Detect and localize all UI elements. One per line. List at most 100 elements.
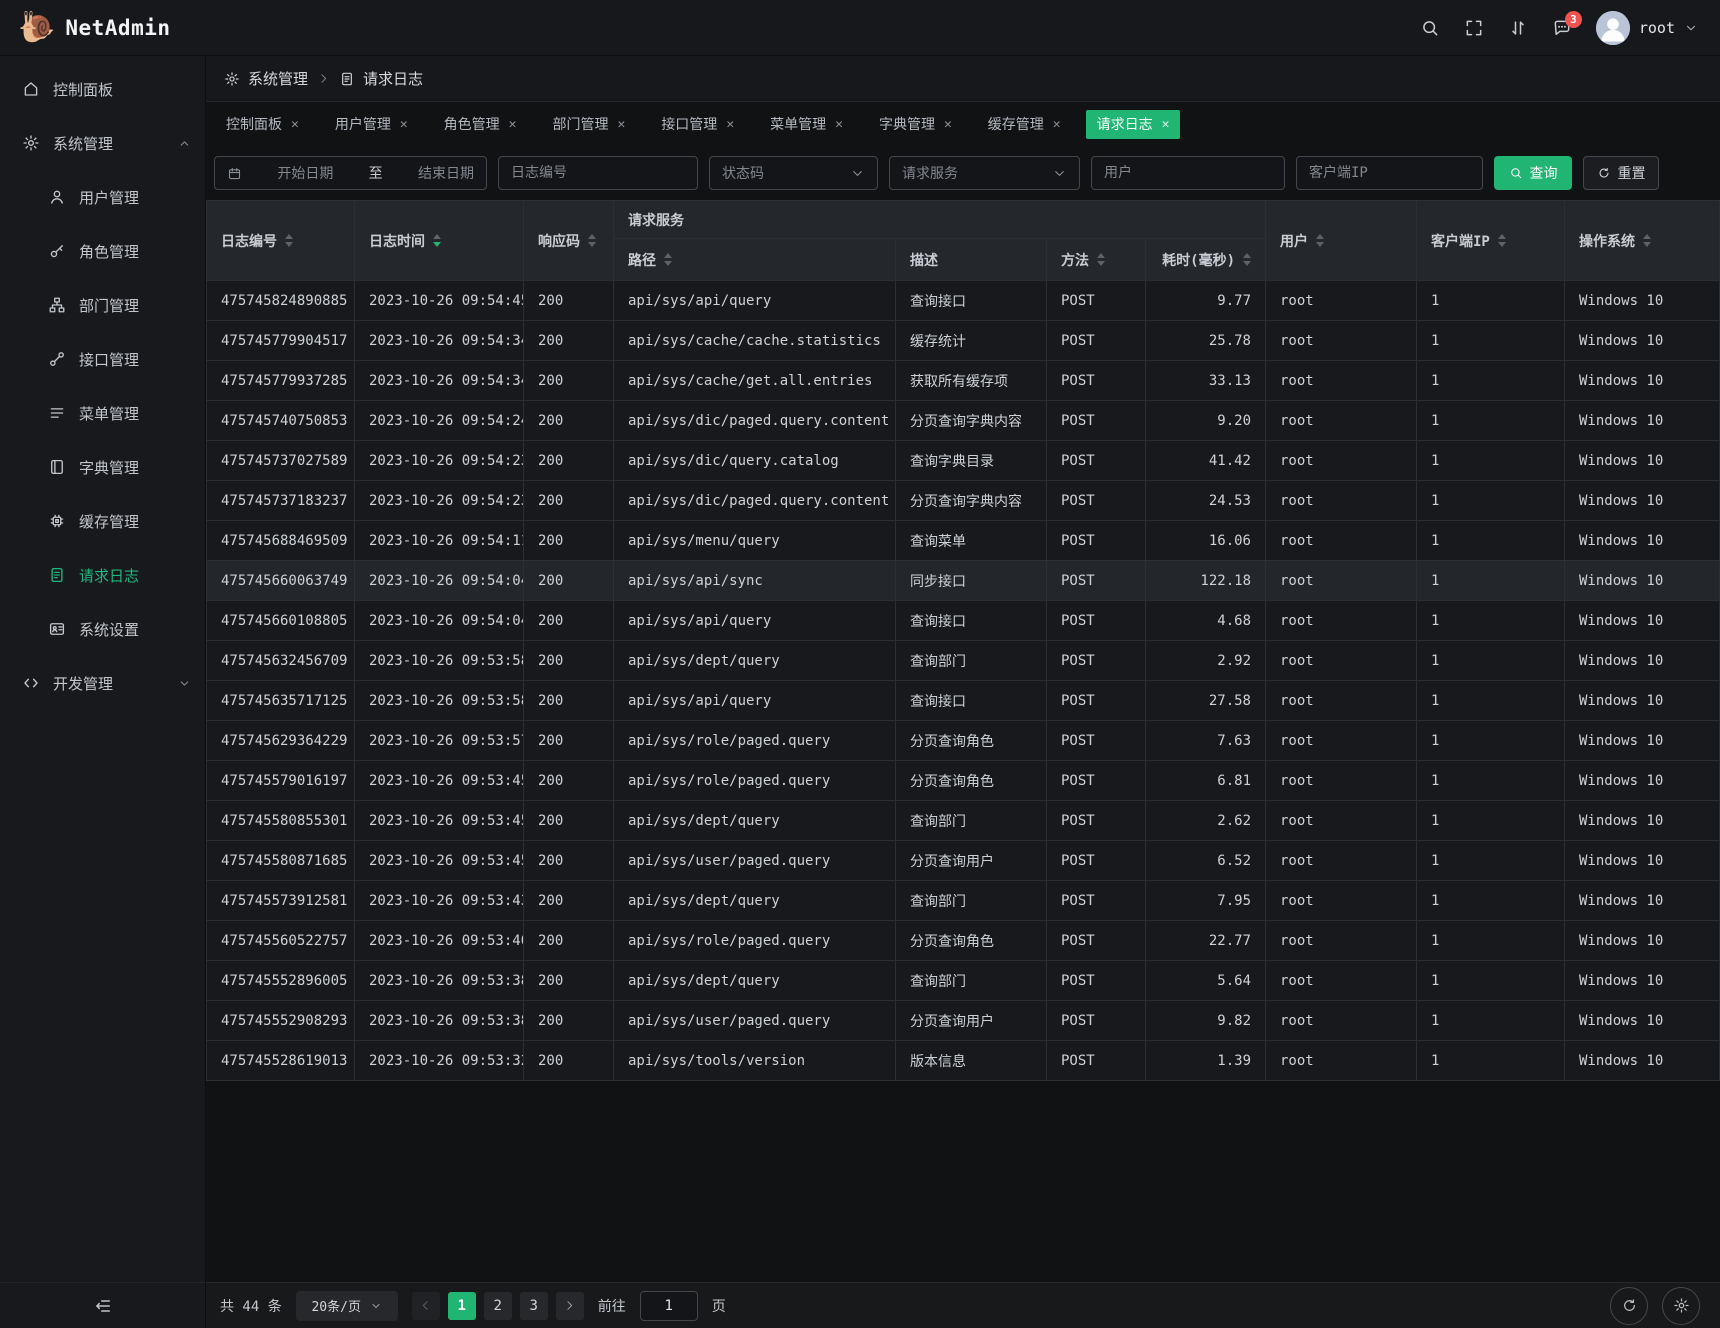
sort-icon[interactable]	[1243, 253, 1251, 266]
tab-用户管理[interactable]: 用户管理✕	[324, 110, 419, 139]
tab-字典管理[interactable]: 字典管理✕	[868, 110, 963, 139]
col-client-ip[interactable]: 客户端IP	[1417, 201, 1565, 281]
tab-角色管理[interactable]: 角色管理✕	[433, 110, 528, 139]
cell: 1	[1417, 321, 1565, 361]
sidebar-item-接口管理[interactable]: 接口管理	[0, 332, 205, 386]
table-row[interactable]: 4757455739125812023-10-26 09:53:43200api…	[207, 881, 1720, 921]
table-row[interactable]: 4757455605227572023-10-26 09:53:40200api…	[207, 921, 1720, 961]
sidebar-item-控制面板[interactable]: 控制面板	[0, 62, 205, 116]
prev-page-button[interactable]	[412, 1292, 440, 1320]
tab-控制面板[interactable]: 控制面板✕	[215, 110, 310, 139]
col-elapsed[interactable]: 耗时(毫秒)	[1146, 239, 1266, 281]
sort-icon[interactable]	[1498, 234, 1506, 247]
sort-icon[interactable]	[1316, 234, 1324, 247]
sort-icon[interactable]	[588, 234, 596, 247]
page-button-1[interactable]: 1	[448, 1292, 476, 1320]
close-icon[interactable]: ✕	[1053, 118, 1061, 131]
table-row[interactable]: 4757458248908852023-10-26 09:54:45200api…	[207, 281, 1720, 321]
sidebar-item-系统管理[interactable]: 系统管理	[0, 116, 205, 170]
col-log-id[interactable]: 日志编号	[207, 201, 355, 281]
tab-接口管理[interactable]: 接口管理✕	[650, 110, 745, 139]
sidebar-item-用户管理[interactable]: 用户管理	[0, 170, 205, 224]
table-row[interactable]: 4757456293642292023-10-26 09:53:57200api…	[207, 721, 1720, 761]
sort-icon[interactable]	[1097, 253, 1105, 266]
goto-page-input[interactable]	[640, 1291, 698, 1321]
client-ip-input[interactable]	[1296, 156, 1483, 190]
sidebar-item-字典管理[interactable]: 字典管理	[0, 440, 205, 494]
refresh-button[interactable]	[1610, 1287, 1648, 1325]
cell: api/sys/dept/query	[614, 801, 896, 841]
table-row[interactable]: 4757456601088052023-10-26 09:54:04200api…	[207, 601, 1720, 641]
col-status[interactable]: 响应码	[524, 201, 614, 281]
table-row[interactable]: 4757456324567092023-10-26 09:53:58200api…	[207, 641, 1720, 681]
table-row[interactable]: 4757455790161972023-10-26 09:53:45200api…	[207, 761, 1720, 801]
date-range-picker[interactable]: 开始日期 至 结束日期	[214, 156, 487, 190]
notifications-icon[interactable]: 3	[1552, 18, 1572, 38]
tab-菜单管理[interactable]: 菜单管理✕	[759, 110, 854, 139]
next-page-button[interactable]	[556, 1292, 584, 1320]
sidebar-item-缓存管理[interactable]: 缓存管理	[0, 494, 205, 548]
cell: 200	[524, 1001, 614, 1041]
close-icon[interactable]: ✕	[944, 118, 952, 131]
close-icon[interactable]: ✕	[291, 118, 299, 131]
tab-请求日志[interactable]: 请求日志✕	[1086, 110, 1181, 139]
status-code-select[interactable]: 状态码	[709, 156, 878, 190]
close-icon[interactable]: ✕	[509, 118, 517, 131]
table-row[interactable]: 4757456884695092023-10-26 09:54:11200api…	[207, 521, 1720, 561]
cell: 2023-10-26 09:54:23	[355, 441, 524, 481]
search-button[interactable]: 查询	[1494, 156, 1572, 190]
col-user[interactable]: 用户	[1266, 201, 1417, 281]
table-row[interactable]: 4757455808553012023-10-26 09:53:45200api…	[207, 801, 1720, 841]
table-row[interactable]: 4757457371832372023-10-26 09:54:23200api…	[207, 481, 1720, 521]
sidebar-item-系统设置[interactable]: 系统设置	[0, 602, 205, 656]
close-icon[interactable]: ✕	[617, 118, 625, 131]
page-button-3[interactable]: 3	[520, 1292, 548, 1320]
close-icon[interactable]: ✕	[726, 118, 734, 131]
sort-icon[interactable]	[1643, 234, 1651, 247]
search-icon[interactable]	[1420, 18, 1440, 38]
table-row[interactable]: 4757455286190132023-10-26 09:53:32200api…	[207, 1041, 1720, 1081]
close-icon[interactable]: ✕	[400, 118, 408, 131]
log-id-input[interactable]	[498, 156, 698, 190]
sidebar-item-菜单管理[interactable]: 菜单管理	[0, 386, 205, 440]
sidebar-item-开发管理[interactable]: 开发管理	[0, 656, 205, 710]
table-row[interactable]: 4757455529082932023-10-26 09:53:38200api…	[207, 1001, 1720, 1041]
fullscreen-icon[interactable]	[1464, 18, 1484, 38]
sidebar-item-部门管理[interactable]: 部门管理	[0, 278, 205, 332]
user-input[interactable]	[1091, 156, 1285, 190]
sort-icon[interactable]	[664, 253, 672, 266]
breadcrumb-item-system[interactable]: 系统管理	[224, 68, 308, 89]
sort-icon[interactable]	[285, 234, 293, 247]
table-row[interactable]: 4757457407508532023-10-26 09:54:24200api…	[207, 401, 1720, 441]
service-select[interactable]: 请求服务	[889, 156, 1080, 190]
table-row[interactable]: 4757457370275892023-10-26 09:54:23200api…	[207, 441, 1720, 481]
content-spacer	[206, 1081, 1720, 1282]
col-method[interactable]: 方法	[1047, 239, 1146, 281]
collapse-sidebar-icon[interactable]	[93, 1296, 113, 1316]
dict-icon	[48, 458, 66, 476]
sort-icon-active[interactable]	[433, 234, 441, 247]
table-row[interactable]: 4757456600637492023-10-26 09:54:04200api…	[207, 561, 1720, 601]
page-button-2[interactable]: 2	[484, 1292, 512, 1320]
user-menu[interactable]: root	[1596, 11, 1698, 45]
col-path[interactable]: 路径	[614, 239, 896, 281]
swap-arrows-icon[interactable]	[1508, 18, 1528, 38]
col-log-time[interactable]: 日志时间	[355, 201, 524, 281]
col-os[interactable]: 操作系统	[1565, 201, 1720, 281]
sidebar-item-角色管理[interactable]: 角色管理	[0, 224, 205, 278]
sidebar-item-请求日志[interactable]: 请求日志	[0, 548, 205, 602]
table-row[interactable]: 4757456357171252023-10-26 09:53:58200api…	[207, 681, 1720, 721]
tab-部门管理[interactable]: 部门管理✕	[541, 110, 636, 139]
table-row[interactable]: 4757455808716852023-10-26 09:53:45200api…	[207, 841, 1720, 881]
logo[interactable]: 🐌 NetAdmin	[18, 13, 171, 43]
close-icon[interactable]: ✕	[835, 118, 843, 131]
table-row[interactable]: 4757457799045172023-10-26 09:54:34200api…	[207, 321, 1720, 361]
table-row[interactable]: 4757455528960052023-10-26 09:53:38200api…	[207, 961, 1720, 1001]
page-size-select[interactable]: 20条/页	[296, 1291, 398, 1321]
table-row[interactable]: 4757457799372852023-10-26 09:54:34200api…	[207, 361, 1720, 401]
tab-缓存管理[interactable]: 缓存管理✕	[977, 110, 1072, 139]
close-icon[interactable]: ✕	[1162, 118, 1170, 131]
breadcrumb-item-request-log[interactable]: 请求日志	[339, 68, 423, 89]
settings-button[interactable]	[1662, 1287, 1700, 1325]
reset-button[interactable]: 重置	[1583, 156, 1659, 190]
